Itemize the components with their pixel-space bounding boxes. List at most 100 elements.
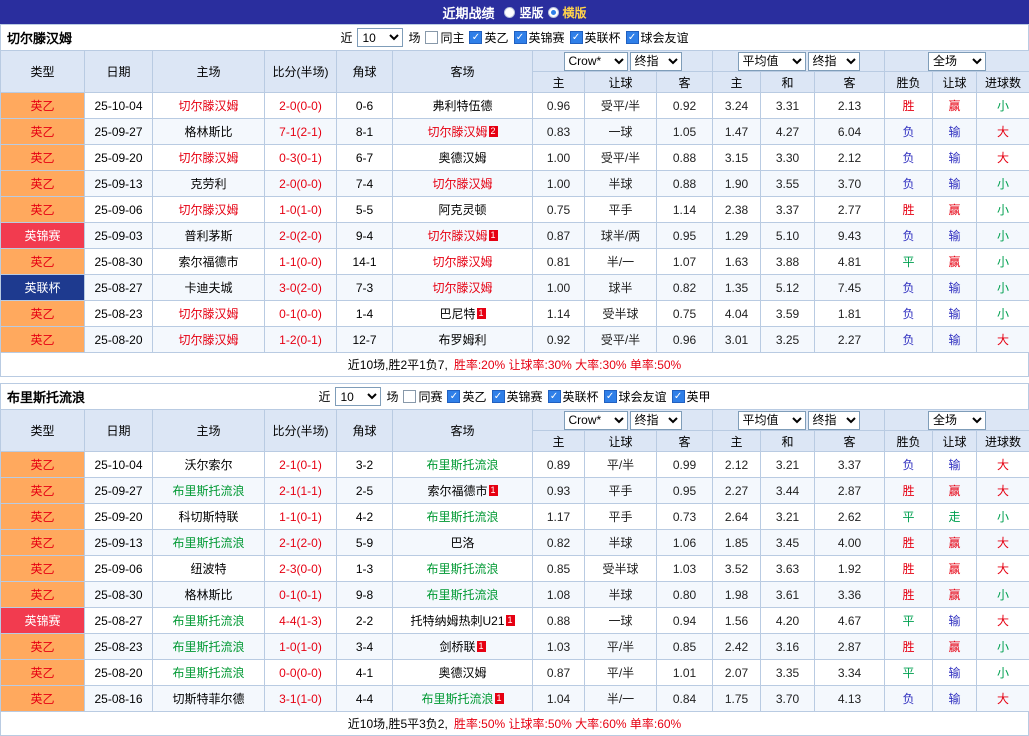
radio-horizontal-label[interactable]: 横版	[563, 4, 587, 21]
result-goals: 大	[977, 145, 1029, 171]
away-team-link[interactable]: 切尔滕汉姆	[427, 229, 487, 243]
home-team-link[interactable]: 卡迪夫城	[184, 281, 232, 295]
home-team-link[interactable]: 切尔滕汉姆	[178, 99, 238, 113]
euro-away-odds: 7.45	[815, 275, 885, 301]
home-team-link[interactable]: 沃尔索尔	[184, 458, 232, 472]
euro-odds-stage-select[interactable]: 终指	[808, 52, 860, 71]
filter-checkbox-同主[interactable]: 同主	[425, 29, 464, 46]
asia-odds-source-select[interactable]: Crow*	[564, 411, 628, 430]
home-team-link[interactable]: 布里斯托流浪	[172, 484, 244, 498]
league-cell: 英乙	[1, 452, 85, 478]
filter-checkbox-球会友谊[interactable]: ✓球会友谊	[604, 388, 667, 405]
away-team-link[interactable]: 布里斯托流浪	[421, 692, 493, 706]
result-handicap: 输	[933, 608, 977, 634]
home-team-link[interactable]: 索尔福德市	[178, 255, 238, 269]
filter-checkbox-英联杯[interactable]: ✓英联杯	[548, 388, 599, 405]
away-team-link[interactable]: 奥德汉姆	[438, 666, 486, 680]
away-team-link[interactable]: 阿克灵顿	[438, 203, 486, 217]
euro-odds-stage-select[interactable]: 终指	[808, 411, 860, 430]
home-team-link[interactable]: 切尔滕汉姆	[178, 203, 238, 217]
filter-checkbox-英联杯[interactable]: ✓英联杯	[570, 29, 621, 46]
away-team-link[interactable]: 巴洛	[450, 536, 474, 550]
home-cell: 切尔滕汉姆	[153, 301, 265, 327]
corner-cell: 7-3	[337, 275, 393, 301]
filter-checkbox-同赛[interactable]: 同赛	[403, 388, 442, 405]
result-handicap: 赢	[933, 634, 977, 660]
home-cell: 布里斯托流浪	[153, 478, 265, 504]
asia-away-odds: 0.88	[657, 145, 713, 171]
asia-handicap: 受平/半	[585, 93, 657, 119]
away-team-link[interactable]: 奥德汉姆	[438, 151, 486, 165]
filter-checkbox-球会友谊[interactable]: ✓球会友谊	[626, 29, 689, 46]
score-cell: 1-1(0-1)	[265, 504, 337, 530]
recent-count-select[interactable]: 10	[335, 387, 381, 406]
asia-odds-source-select[interactable]: Crow*	[564, 52, 628, 71]
red-card-badge: 1	[489, 230, 498, 241]
home-team-link[interactable]: 格林斯比	[184, 125, 232, 139]
league-cell: 英乙	[1, 556, 85, 582]
filter-checkbox-英甲[interactable]: ✓英甲	[672, 388, 711, 405]
away-team-link[interactable]: 切尔滕汉姆	[432, 255, 492, 269]
home-team-link[interactable]: 克劳利	[190, 177, 226, 191]
away-team-link[interactable]: 巴尼特	[439, 307, 475, 321]
home-team-link[interactable]: 格林斯比	[184, 588, 232, 602]
home-team-link[interactable]: 普利茅斯	[184, 229, 232, 243]
home-team-link[interactable]: 切斯特菲尔德	[172, 692, 244, 706]
away-team-link[interactable]: 弗利特伍德	[432, 99, 492, 113]
summary-rates: 胜率:20% 让球率:30% 大率:30% 单率:50%	[454, 356, 681, 373]
result-sub-header-1: 让球	[933, 72, 977, 93]
away-team-link[interactable]: 切尔滕汉姆	[432, 177, 492, 191]
home-team-link[interactable]: 布里斯托流浪	[172, 536, 244, 550]
corner-cell: 8-1	[337, 119, 393, 145]
home-team-link[interactable]: 布里斯托流浪	[172, 640, 244, 654]
filter-checkbox-英乙[interactable]: ✓英乙	[469, 29, 508, 46]
filter-checkbox-英锦赛[interactable]: ✓英锦赛	[492, 388, 543, 405]
scope-select[interactable]: 全场	[928, 52, 986, 71]
asia-handicap: 受平/半	[585, 145, 657, 171]
home-team-link[interactable]: 切尔滕汉姆	[178, 333, 238, 347]
recent-count-select[interactable]: 10	[357, 28, 403, 47]
away-team-link[interactable]: 剑桥联	[439, 640, 475, 654]
radio-vertical-layout[interactable]	[504, 7, 515, 18]
home-team-link[interactable]: 切尔滕汉姆	[178, 151, 238, 165]
result-handicap: 赢	[933, 530, 977, 556]
league-cell: 英乙	[1, 119, 85, 145]
away-cell: 布罗姆利	[393, 327, 533, 353]
date-cell: 25-08-20	[85, 327, 153, 353]
home-team-link[interactable]: 纽波特	[190, 562, 226, 576]
away-team-link[interactable]: 布罗姆利	[438, 333, 486, 347]
result-handicap: 赢	[933, 556, 977, 582]
away-team-link[interactable]: 布里斯托流浪	[426, 588, 498, 602]
match-row: 英乙25-08-16切斯特菲尔德3-1(1-0)4-4布里斯托流浪11.04半/…	[1, 686, 1029, 712]
away-team-link[interactable]: 索尔福德市	[427, 484, 487, 498]
away-team-link[interactable]: 切尔滕汉姆	[427, 125, 487, 139]
away-team-link[interactable]: 布里斯托流浪	[426, 562, 498, 576]
radio-vertical-label[interactable]: 竖版	[519, 4, 543, 21]
asia-odds-stage-select[interactable]: 终指	[630, 52, 682, 71]
away-team-link[interactable]: 切尔滕汉姆	[432, 281, 492, 295]
euro-sub-header-2: 客	[815, 431, 885, 452]
match-row: 英乙25-10-04切尔滕汉姆2-0(0-0)0-6弗利特伍德0.96受平/半0…	[1, 93, 1029, 119]
home-team-link[interactable]: 布里斯托流浪	[172, 614, 244, 628]
away-team-link[interactable]: 布里斯托流浪	[426, 510, 498, 524]
away-cell: 切尔滕汉姆	[393, 249, 533, 275]
home-team-link[interactable]: 切尔滕汉姆	[178, 307, 238, 321]
euro-home-odds: 3.24	[713, 93, 761, 119]
date-cell: 25-09-13	[85, 530, 153, 556]
filter-checkbox-英乙[interactable]: ✓英乙	[447, 388, 486, 405]
asia-odds-stage-select[interactable]: 终指	[630, 411, 682, 430]
checkbox-label: 英乙	[462, 388, 486, 405]
away-team-link[interactable]: 托特纳姆热刺U21	[410, 614, 504, 628]
radio-horizontal-layout[interactable]	[548, 7, 559, 18]
filter-checkbox-英锦赛[interactable]: ✓英锦赛	[514, 29, 565, 46]
away-team-link[interactable]: 布里斯托流浪	[426, 458, 498, 472]
away-cell: 布里斯托流浪1	[393, 686, 533, 712]
score-cell: 1-1(0-0)	[265, 249, 337, 275]
home-team-link[interactable]: 布里斯托流浪	[172, 666, 244, 680]
euro-odds-source-select[interactable]: 平均值	[738, 52, 806, 71]
home-cell: 切尔滕汉姆	[153, 145, 265, 171]
euro-odds-source-select[interactable]: 平均值	[738, 411, 806, 430]
home-team-link[interactable]: 科切斯特联	[178, 510, 238, 524]
scope-select[interactable]: 全场	[928, 411, 986, 430]
score-cell: 0-3(0-1)	[265, 145, 337, 171]
